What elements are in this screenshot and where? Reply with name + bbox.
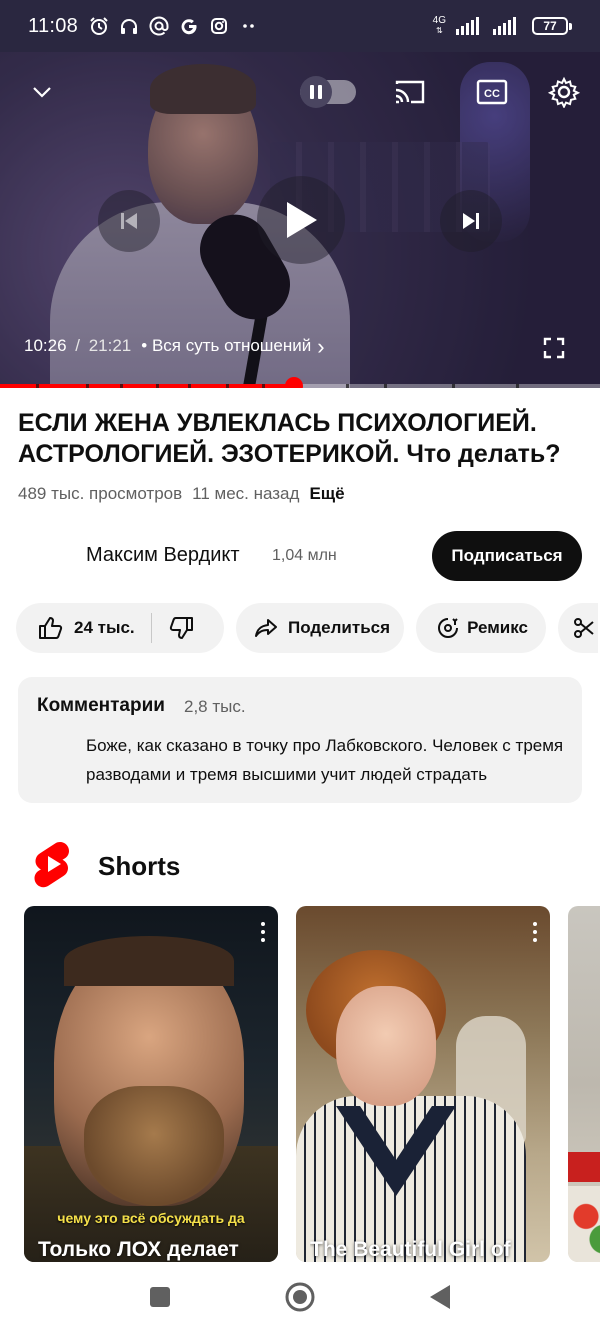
remix-label: Ремикс xyxy=(467,618,528,637)
skip-previous-icon xyxy=(121,213,137,229)
short-thumbnail-food xyxy=(568,1186,600,1262)
minimize-chevron-down-icon[interactable] xyxy=(22,72,62,112)
like-divider xyxy=(150,613,152,643)
channel-avatar[interactable] xyxy=(18,534,62,578)
upload-age: 11 мес. назад xyxy=(192,484,300,503)
share-label: Поделиться xyxy=(288,618,391,637)
commenter-avatar xyxy=(36,735,66,765)
subscriber-count: 1,04 млн xyxy=(272,547,337,564)
next-video-button[interactable] xyxy=(440,190,502,252)
short-card[interactable]: The Beautiful Girl of xyxy=(296,906,550,1262)
status-time: 11:08 xyxy=(28,14,79,37)
shorts-shelf: чему это всё обсуждать да Только ЛОХ дел… xyxy=(24,906,600,1262)
notification-icons xyxy=(88,15,260,37)
short-card[interactable]: чему это всё обсуждать да Только ЛОХ дел… xyxy=(24,906,278,1262)
video-player[interactable]: CC 10:26 / 21:21 • Вся суть отношений › xyxy=(0,52,600,388)
alarm-icon xyxy=(88,15,110,37)
short-thumbnail-beard xyxy=(84,1086,224,1206)
skip-next-icon xyxy=(463,213,479,229)
remix-button[interactable]: Ремикс xyxy=(416,603,546,653)
watch-details: ЕСЛИ ЖЕНА УВЛЕКЛАСЬ ПСИХОЛОГИЕЙ. АСТРОЛО… xyxy=(0,388,600,1262)
like-dislike-group: 24 тыс. xyxy=(16,603,224,653)
share-button[interactable]: Поделиться xyxy=(236,603,404,653)
short-card-partial[interactable] xyxy=(568,906,600,1262)
chapter-chevron-icon[interactable]: › xyxy=(317,335,324,357)
previous-video-button[interactable] xyxy=(98,190,160,252)
back-triangle-icon[interactable] xyxy=(420,1277,460,1317)
status-bar: 11:08 4G ⇅ 77 xyxy=(0,0,600,52)
recents-square-icon[interactable] xyxy=(140,1277,180,1317)
more-description-link[interactable]: Ещё xyxy=(309,484,344,504)
short-caption: Только ЛОХ делает xyxy=(38,1238,239,1261)
short-thumbnail-red-banner xyxy=(568,1152,600,1182)
like-count[interactable]: 24 тыс. xyxy=(74,618,135,638)
autoplay-pause-icon xyxy=(300,76,332,108)
top-comment-text: Боже, как сказано в точку про Лабковског… xyxy=(86,736,564,784)
short-more-menu-icon[interactable] xyxy=(532,922,538,942)
network-type: 4G ⇅ xyxy=(432,15,446,36)
scissors-icon xyxy=(572,614,596,642)
comments-header: Комментарии xyxy=(37,695,165,716)
home-circle-icon[interactable] xyxy=(280,1277,320,1317)
like-thumb-up-icon[interactable] xyxy=(36,614,64,642)
comments-section[interactable]: Комментарии 2,8 тыс. Боже, как сказано в… xyxy=(18,677,582,803)
comments-count: 2,8 тыс. xyxy=(184,697,246,716)
play-button[interactable] xyxy=(257,176,345,264)
short-burned-subtitle: чему это всё обсуждать да xyxy=(57,1210,245,1226)
short-thumbnail-face xyxy=(336,986,436,1106)
video-meta[interactable]: 489 тыс. просмотров 11 мес. назад Ещё xyxy=(18,484,345,504)
settings-gear-icon[interactable] xyxy=(544,72,584,112)
instagram-icon xyxy=(208,15,230,37)
chapter-link[interactable]: • Вся суть отношений xyxy=(141,336,311,356)
signal-strength-2-icon xyxy=(493,17,516,35)
svg-text:CC: CC xyxy=(484,88,500,100)
fullscreen-icon[interactable] xyxy=(538,332,570,364)
video-title[interactable]: ЕСЛИ ЖЕНА УВЛЕКЛАСЬ ПСИХОЛОГИЕЙ. АСТРОЛО… xyxy=(18,408,588,470)
current-time: 10:26 xyxy=(24,336,67,355)
time-separator: / xyxy=(70,336,85,355)
signal-strength-icon xyxy=(456,17,479,35)
battery-icon: 77 xyxy=(532,17,572,35)
system-nav-bar xyxy=(0,1262,600,1332)
playback-time: 10:26 / 21:21 • Вся суть отношений › xyxy=(24,335,325,357)
short-caption: The Beautiful Girl of xyxy=(310,1238,511,1261)
headphones-icon xyxy=(118,15,140,37)
short-thumbnail-hair xyxy=(64,936,234,986)
duration: 21:21 xyxy=(88,336,132,355)
progress-scrubber[interactable] xyxy=(285,377,303,388)
more-dots-icon xyxy=(238,15,260,37)
short-more-menu-icon[interactable] xyxy=(260,922,266,942)
battery-level: 77 xyxy=(543,19,557,33)
shorts-logo-icon xyxy=(32,840,72,893)
shorts-title: Shorts xyxy=(98,851,181,881)
shorts-header: Shorts xyxy=(32,840,180,893)
clip-button[interactable] xyxy=(558,603,598,653)
autoplay-toggle[interactable] xyxy=(300,76,356,108)
share-arrow-icon xyxy=(254,614,278,642)
cast-icon[interactable] xyxy=(390,72,430,112)
dislike-thumb-down-icon[interactable] xyxy=(168,614,196,642)
channel-name[interactable]: Максим Вердикт xyxy=(86,544,240,567)
at-icon xyxy=(148,15,170,37)
remix-icon xyxy=(434,614,461,642)
google-icon xyxy=(178,15,200,37)
channel-row[interactable]: Максим Вердикт 1,04 млн Подписаться xyxy=(0,528,600,584)
view-count: 489 тыс. просмотров xyxy=(18,484,183,503)
captions-cc-icon[interactable]: CC xyxy=(472,72,512,112)
subscribe-button[interactable]: Подписаться xyxy=(432,531,582,581)
play-icon xyxy=(287,202,317,238)
action-bar: 24 тыс. Поделиться Ремикс xyxy=(16,603,600,653)
